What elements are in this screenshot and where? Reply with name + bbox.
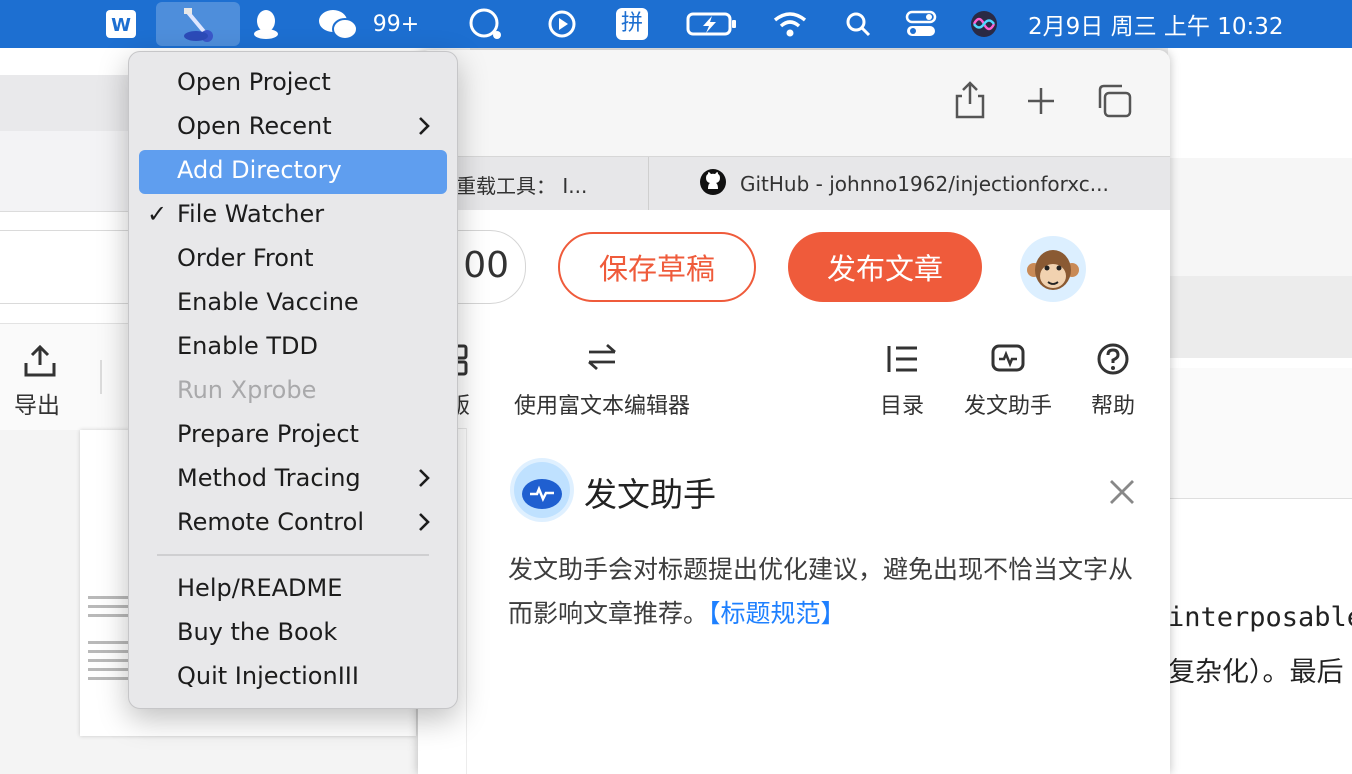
injection-app-menu: Open Project Open Recent Add Directory ✓ Fil… — [128, 51, 458, 709]
chevron-right-icon — [417, 115, 431, 141]
menu-item-enable-vaccine[interactable]: Enable Vaccine — [139, 282, 447, 326]
menu-item-label: Remote Control — [177, 508, 364, 536]
menu-item-label: Add Directory — [177, 156, 342, 184]
control-center-icon[interactable] — [902, 0, 940, 48]
chevron-right-icon — [417, 511, 431, 537]
menu-item-label: Quit InjectionIII — [177, 662, 359, 690]
background-chinese-text: 复杂化）。最后 — [1168, 657, 1344, 688]
menu-bar: W 99+ 拼 2月9日 周三 上午 10:32 — [0, 0, 1352, 48]
title-guidelines-link[interactable]: 【标题规范】 — [708, 599, 846, 628]
browser-tab-bar: 重载工具： I... GitHub - johnno1962/injection… — [418, 156, 1170, 212]
toolbar-divider — [100, 360, 102, 394]
menu-item-file-watcher[interactable]: ✓ File Watcher — [139, 194, 447, 238]
export-label[interactable]: 导出 — [14, 386, 60, 420]
qq-icon[interactable] — [248, 0, 284, 48]
menu-item-method-tracing[interactable]: Method Tracing — [139, 458, 447, 502]
checkmark-icon: ✓ — [147, 200, 168, 228]
menu-item-label: Buy the Book — [177, 618, 338, 646]
menu-item-add-directory[interactable]: Add Directory — [139, 150, 447, 194]
wechat-badge: 99+ — [372, 11, 420, 37]
save-draft-button[interactable]: 保存草稿 — [558, 232, 756, 302]
tab-overview-icon[interactable] — [1096, 84, 1132, 122]
menu-item-prepare-project[interactable]: Prepare Project — [139, 414, 447, 458]
menu-item-buy-the-book[interactable]: Buy the Book — [139, 612, 447, 656]
chevron-right-icon — [417, 467, 431, 493]
background-code-text: interposable — [1168, 602, 1352, 633]
editor-header: 00 保存草稿 发布文章 — [418, 210, 1170, 323]
menu-item-label: Prepare Project — [177, 420, 359, 448]
background-right-band — [1168, 276, 1352, 358]
wps-icon[interactable]: W — [104, 0, 138, 48]
editor-toolbar: 版 使用富文本编辑器 目录 发文助手 帮助 — [418, 322, 1170, 429]
assistant-title: 发文助手 — [584, 475, 716, 514]
input-method-icon[interactable]: 拼 — [614, 0, 650, 48]
menu-item-label: File Watcher — [177, 200, 325, 228]
tab-separator — [648, 157, 649, 211]
close-icon[interactable] — [1108, 478, 1136, 510]
menu-item-remote-control[interactable]: Remote Control — [139, 502, 447, 546]
help-circle-icon — [1096, 342, 1130, 380]
siri-icon[interactable] — [966, 0, 1002, 48]
menu-item-label: Enable Vaccine — [177, 288, 359, 316]
rich-text-editor-button[interactable]: 使用富文本编辑器 — [498, 322, 706, 428]
publish-button[interactable]: 发布文章 — [788, 232, 982, 302]
list-icon — [885, 342, 919, 380]
toc-button[interactable]: 目录 — [866, 322, 938, 428]
wechat-icon[interactable] — [316, 0, 360, 48]
menu-item-label: Help/README — [177, 574, 343, 602]
menu-item-label: Order Front — [177, 244, 314, 272]
menu-item-label: Method Tracing — [177, 464, 361, 492]
menu-item-enable-tdd[interactable]: Enable TDD — [139, 326, 447, 370]
menu-item-help-readme[interactable]: Help/README — [139, 568, 447, 612]
swap-arrows-icon — [585, 342, 619, 376]
menu-item-label: Enable TDD — [177, 332, 318, 360]
assistant-mascot-icon — [510, 458, 574, 522]
browser-title-bar — [418, 50, 1170, 156]
tab-github[interactable]: GitHub - johnno1962/injectionforxc... — [698, 157, 1158, 211]
chat-bubble-icon[interactable] — [464, 0, 508, 48]
injection-app-icon[interactable] — [156, 2, 240, 46]
background-right-band-lower — [1168, 368, 1352, 499]
menu-item-label: Run Xprobe — [177, 376, 317, 404]
wifi-icon[interactable] — [770, 0, 810, 48]
github-icon — [698, 167, 728, 202]
play-circle-icon[interactable] — [544, 0, 580, 48]
browser-window: 重载工具： I... GitHub - johnno1962/injection… — [418, 50, 1170, 774]
menu-item-run-xprobe: Run Xprobe — [139, 370, 447, 414]
avatar[interactable] — [1020, 236, 1086, 302]
new-tab-icon[interactable] — [1026, 86, 1056, 120]
export-icon[interactable] — [22, 343, 58, 383]
menubar-clock: 2月9日 周三 上午 10:32 — [1028, 14, 1284, 40]
assistant-description: 发文助手会对标题提出优化建议，避免出现不恰当文字从而影响文章推荐。【标题规范】 — [508, 555, 1134, 628]
menu-item-order-front[interactable]: Order Front — [139, 238, 447, 282]
assistant-button[interactable]: 发文助手 — [954, 322, 1062, 428]
menu-item-open-project[interactable]: Open Project — [139, 62, 447, 106]
share-icon[interactable] — [954, 80, 986, 124]
menu-item-quit-injectioniii[interactable]: Quit InjectionIII — [139, 656, 447, 700]
menu-separator — [157, 554, 429, 556]
battery-charging-icon[interactable] — [684, 0, 740, 48]
help-button[interactable]: 帮助 — [1082, 322, 1144, 428]
menu-item-open-recent[interactable]: Open Recent — [139, 106, 447, 150]
assistant-icon — [991, 342, 1025, 378]
svg-text:W: W — [111, 15, 131, 36]
spotlight-search-icon[interactable] — [842, 0, 874, 48]
menu-item-label: Open Project — [177, 68, 331, 96]
menu-item-label: Open Recent — [177, 112, 332, 140]
tab-injection-tool[interactable]: 重载工具： I... — [456, 157, 646, 211]
